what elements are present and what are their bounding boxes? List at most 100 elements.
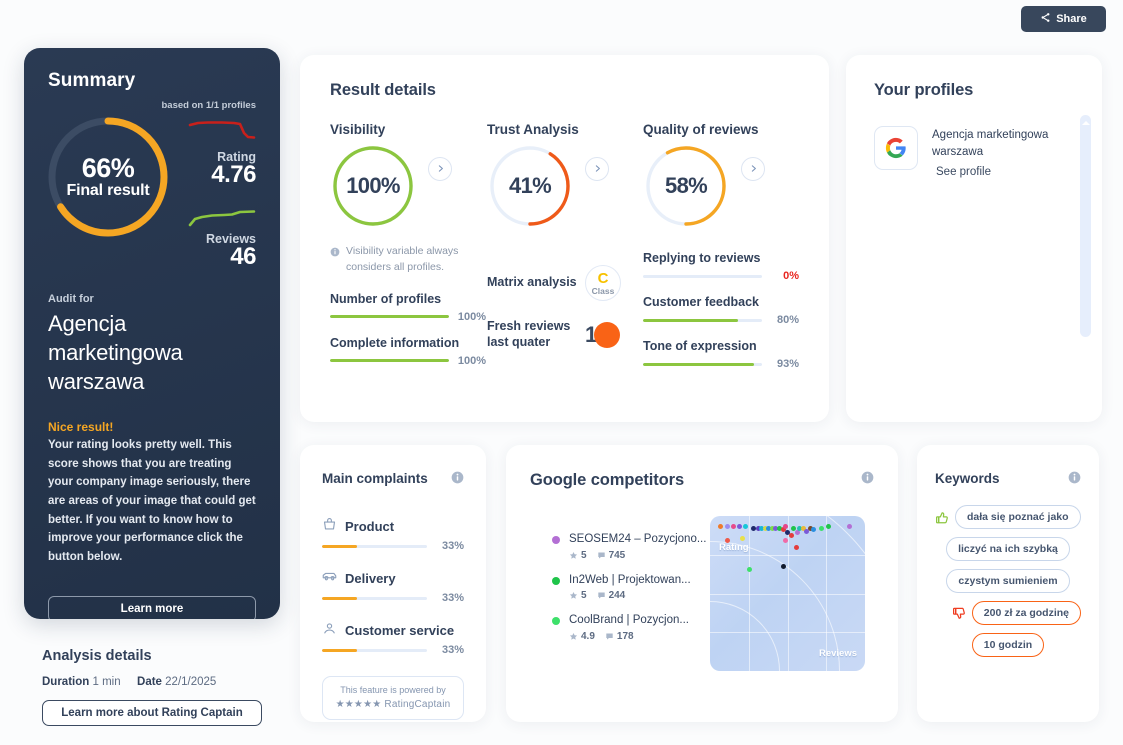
- quality-details-button[interactable]: [741, 157, 765, 181]
- date-value: 22/1/2025: [165, 676, 217, 688]
- bar-tone-of-expression: Tone of expression 93%: [643, 339, 799, 370]
- your-profiles-card: Your profiles Agencja marketingowa warsz…: [846, 55, 1102, 422]
- bar-customer-feedback: Customer feedback 80%: [643, 295, 799, 326]
- analysis-details-title: Analysis details: [42, 648, 152, 664]
- scatter-point: [724, 537, 730, 543]
- complaint-label: Product: [345, 518, 395, 534]
- fresh-reviews-value-wrap: 1: [585, 320, 625, 350]
- bar-label: Customer feedback: [643, 295, 760, 309]
- complaint-item-customer-service: Customer service 33%: [322, 621, 464, 656]
- keyword-chip[interactable]: dała się poznać jako: [955, 505, 1081, 529]
- bar-track: [330, 315, 449, 319]
- competitor-rating: 4.9: [569, 631, 595, 642]
- date-label: Date: [137, 676, 162, 688]
- google-icon: [874, 126, 918, 170]
- bar-track: [643, 318, 762, 322]
- star-icon: [569, 632, 578, 640]
- reviews-sparkline: [188, 210, 256, 227]
- learn-more-rating-captain-button[interactable]: Learn more about Rating Captain: [42, 700, 262, 726]
- scatter-point: [818, 525, 824, 531]
- complaint-value: 33%: [441, 644, 464, 656]
- trust-details-button[interactable]: [585, 157, 609, 181]
- bar-value: 80%: [776, 314, 799, 326]
- competitor-reviews: 178: [605, 631, 634, 642]
- result-details-card: Result details Visibility 100% Visibilit…: [300, 55, 829, 422]
- competitor-legend-item[interactable]: CoolBrand | Pozycjon... 4.9 178: [552, 613, 710, 642]
- keywords-card: Keywords dała się poznać jako liczyć na i…: [917, 445, 1099, 722]
- bar-track: [643, 274, 762, 278]
- keyword-chip[interactable]: 10 godzin: [971, 633, 1045, 657]
- competitor-legend-item[interactable]: SEOSEM24 – Pozycjono... 5 745: [552, 532, 710, 561]
- scatter-point: [793, 545, 799, 550]
- comment-icon: [606, 633, 613, 640]
- rating-value: 4.76: [211, 161, 256, 188]
- keyword-chip[interactable]: liczyć na ich szybką: [946, 537, 1070, 561]
- powered-by-badge[interactable]: This feature is powered by ★★★★★ RatingC…: [322, 676, 464, 721]
- info-icon[interactable]: [1068, 471, 1081, 489]
- info-icon[interactable]: [451, 471, 464, 489]
- learn-more-button[interactable]: Learn more: [48, 596, 256, 619]
- matrix-grade-caption: Class: [591, 285, 615, 296]
- trust-value: 41%: [509, 173, 552, 198]
- share-button[interactable]: Share: [1021, 6, 1106, 32]
- powered-by-brand: RatingCaptain: [384, 699, 451, 711]
- thumbs-up-icon: [935, 511, 948, 523]
- google-competitors-card: Google competitors SEOSEM24 – Pozycjono.…: [506, 445, 898, 722]
- bar-track: [322, 648, 427, 652]
- final-result-donut: 66% Final result: [44, 113, 172, 241]
- competitors-scatter-plot: Rating Reviews: [710, 516, 865, 671]
- bar-label: Number of profiles: [330, 291, 442, 306]
- rating-sparkline-block: Rating 4.76: [172, 117, 257, 189]
- result-description: Your rating looks pretty well. This scor…: [48, 439, 256, 563]
- keyword-row: czystym sumieniem: [935, 569, 1081, 593]
- duration-value: 1 min: [92, 676, 121, 688]
- comment-icon: [597, 592, 605, 599]
- powered-by-stars: ★★★★★: [335, 699, 382, 711]
- rating-sparkline: [188, 121, 256, 139]
- bar-value: 0%: [783, 270, 799, 282]
- scatter-point: [742, 524, 748, 530]
- complaint-label: Customer service: [345, 622, 455, 638]
- analysis-details-meta: Duration 1 min Date 22/1/2025: [42, 676, 292, 688]
- bar-label: Replying to reviews: [643, 251, 761, 265]
- visibility-note-text: Visibility variable always considers all…: [346, 245, 459, 274]
- competitor-color-dot: [552, 576, 560, 585]
- visibility-note: Visibility variable always considers all…: [330, 243, 486, 276]
- profiles-scrollbar[interactable]: [1080, 115, 1091, 337]
- quality-of-reviews-column: Quality of reviews 58% Replying to revie…: [643, 122, 799, 370]
- summary-card: Summary based on 1/1 profiles 66% Final …: [24, 48, 280, 619]
- info-icon[interactable]: [861, 471, 874, 489]
- visibility-details-button[interactable]: [428, 157, 452, 181]
- result-details-title: Result details: [330, 81, 436, 99]
- competitor-rating: 5: [569, 590, 587, 601]
- reviews-sparkline-block: Reviews 46: [172, 205, 257, 271]
- see-profile-link[interactable]: See profile: [936, 166, 991, 178]
- visibility-value: 100%: [346, 173, 400, 198]
- google-competitors-title: Google competitors: [530, 471, 685, 489]
- keyword-chip[interactable]: 200 zł za godzinę: [971, 601, 1081, 625]
- competitor-reviews: 244: [597, 590, 625, 601]
- summary-based-on: based on 1/1 profiles: [161, 100, 257, 111]
- keyword-row: dała się poznać jako: [935, 505, 1081, 529]
- thumbs-down-icon: [952, 607, 965, 619]
- bar-number-of-profiles: Number of profiles 100%: [330, 292, 486, 323]
- competitor-name: In2Web | Projektowan...: [569, 573, 691, 586]
- fresh-reviews-label: Fresh reviews last quater: [487, 319, 571, 349]
- competitor-color-dot: [552, 617, 560, 626]
- truck-icon: [322, 569, 337, 587]
- keyword-row: 10 godzin: [935, 633, 1081, 657]
- visibility-heading: Visibility: [330, 122, 386, 137]
- competitor-name: CoolBrand | Pozycjon...: [569, 614, 689, 627]
- audit-for-label: Audit for: [48, 293, 94, 305]
- keywords-title: Keywords: [935, 471, 1000, 486]
- trust-analysis-column: Trust Analysis 41% Matrix analysis C Cla…: [487, 122, 643, 370]
- visibility-column: Visibility 100% Visibility variable alwa…: [330, 122, 486, 370]
- comment-icon: [597, 552, 605, 559]
- scatter-point: [782, 537, 788, 543]
- person-icon: [322, 621, 337, 639]
- info-icon: [330, 244, 340, 276]
- competitor-legend-item[interactable]: In2Web | Projektowan... 5 244: [552, 573, 710, 601]
- complaint-label: Delivery: [345, 570, 396, 586]
- competitor-rating: 5: [569, 550, 587, 561]
- keyword-chip[interactable]: czystym sumieniem: [946, 569, 1070, 593]
